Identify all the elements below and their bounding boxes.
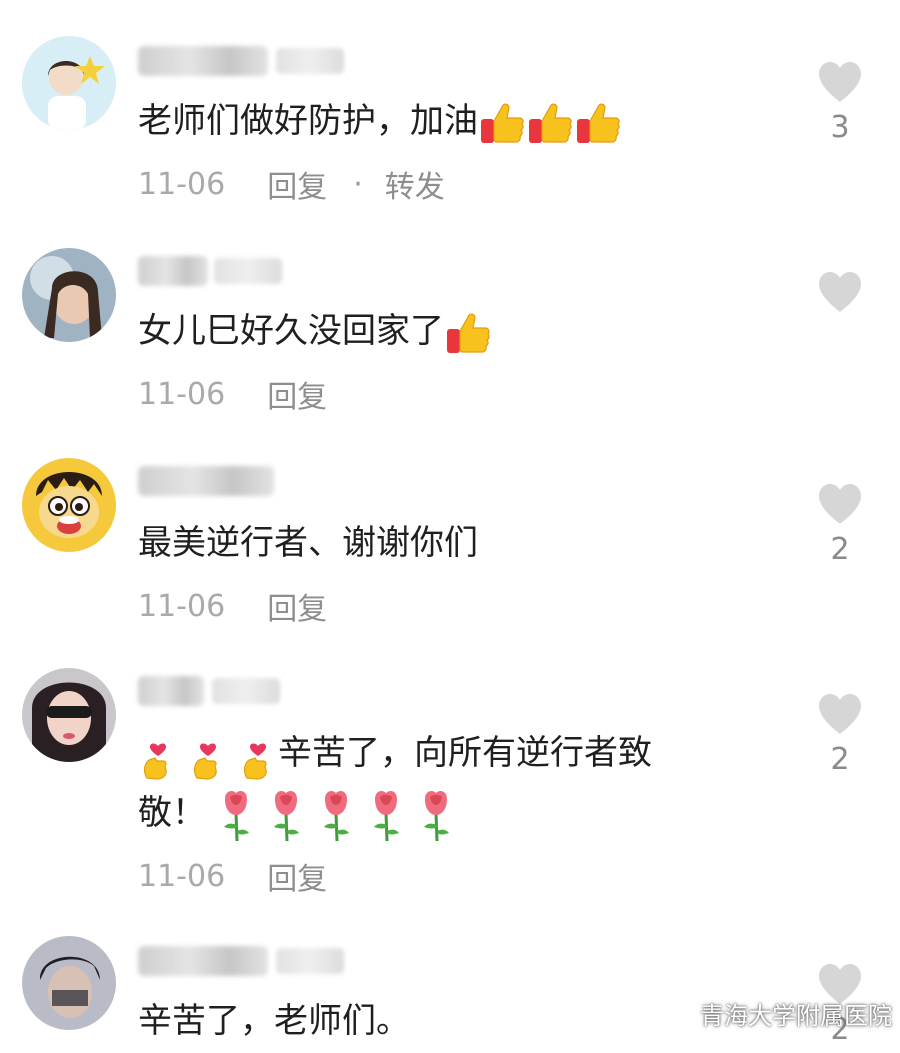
comment-text: 女儿巳好久没回家了 <box>138 302 492 360</box>
username-blurred[interactable] <box>138 946 268 976</box>
reply-button[interactable]: 回复 <box>267 854 327 898</box>
fan-badge-blurred <box>212 678 280 704</box>
avatar[interactable] <box>22 36 116 130</box>
like-heart-icon[interactable] <box>816 482 864 526</box>
comment-meta: 11-06 回复 <box>138 854 327 898</box>
fan-badge-blurred <box>276 948 344 974</box>
avatar[interactable] <box>22 936 116 1030</box>
comment-text-continued: 敬！ <box>138 784 456 843</box>
comment-item: 最美逆行者、谢谢你们 11-06 回复 2 <box>0 440 900 650</box>
comment-item: 辛苦了，老师们。 2 <box>0 920 900 1053</box>
reply-button[interactable]: 回复 <box>267 162 327 206</box>
rose-icon <box>316 787 356 843</box>
like-count: 3 <box>830 110 850 145</box>
comment-meta: 11-06 回复 · 转发 <box>138 162 445 206</box>
comment-date: 11-06 <box>138 858 226 894</box>
fan-badge-blurred <box>214 258 282 284</box>
separator-dot: · <box>353 166 363 202</box>
comment-date: 11-06 <box>138 376 226 412</box>
rose-icon <box>366 787 406 843</box>
watermark-text: 青海大学附属医院 <box>700 1002 892 1030</box>
rose-icon <box>216 787 256 843</box>
comment-item: 女儿巳好久没回家了 11-06 回复 <box>0 230 900 440</box>
thumbs-up-icon <box>574 99 622 147</box>
thumbs-up-icon <box>478 99 526 147</box>
comment-text: 辛苦了，老师们。 <box>138 1001 410 1041</box>
finger-heart-icon <box>188 730 228 780</box>
comment-text: 最美逆行者、谢谢你们 <box>138 523 478 563</box>
comment-meta: 11-06 回复 <box>138 372 327 416</box>
avatar[interactable] <box>22 668 116 762</box>
reply-button[interactable]: 回复 <box>267 584 327 628</box>
username-blurred[interactable] <box>138 466 274 496</box>
rose-icon <box>266 787 306 843</box>
comment-date: 11-06 <box>138 166 226 202</box>
comment-item: 老师们做好防护，加油 11-06 回复 · 转发 3 <box>0 0 900 230</box>
forward-button[interactable]: 转发 <box>385 162 445 206</box>
username-blurred[interactable] <box>138 256 208 286</box>
thumbs-up-icon <box>526 99 574 147</box>
rose-icon <box>416 787 456 843</box>
reply-button[interactable]: 回复 <box>267 372 327 416</box>
username-blurred[interactable] <box>138 676 204 706</box>
thumbs-up-icon <box>444 309 492 357</box>
fan-badge-blurred <box>276 48 344 74</box>
watermark: 青海大学附属医院 <box>652 996 892 1031</box>
wechat-icon <box>652 997 692 1031</box>
avatar[interactable] <box>22 458 116 552</box>
finger-heart-icon <box>138 730 178 780</box>
username-blurred[interactable] <box>138 46 268 76</box>
like-heart-icon[interactable] <box>816 270 864 314</box>
like-heart-icon[interactable] <box>816 60 864 104</box>
avatar[interactable] <box>22 248 116 342</box>
comment-date: 11-06 <box>138 588 226 624</box>
comment-item: 辛苦了，向所有逆行者致 敬！ 11-06 回复 2 <box>0 650 900 920</box>
comment-meta: 11-06 回复 <box>138 584 327 628</box>
comment-text: 老师们做好防护，加油 <box>138 92 622 150</box>
finger-heart-icon <box>238 730 278 780</box>
like-heart-icon[interactable] <box>816 692 864 736</box>
comment-text: 辛苦了，向所有逆行者致 <box>138 724 652 782</box>
like-count: 2 <box>830 532 850 567</box>
like-count: 2 <box>830 742 850 777</box>
